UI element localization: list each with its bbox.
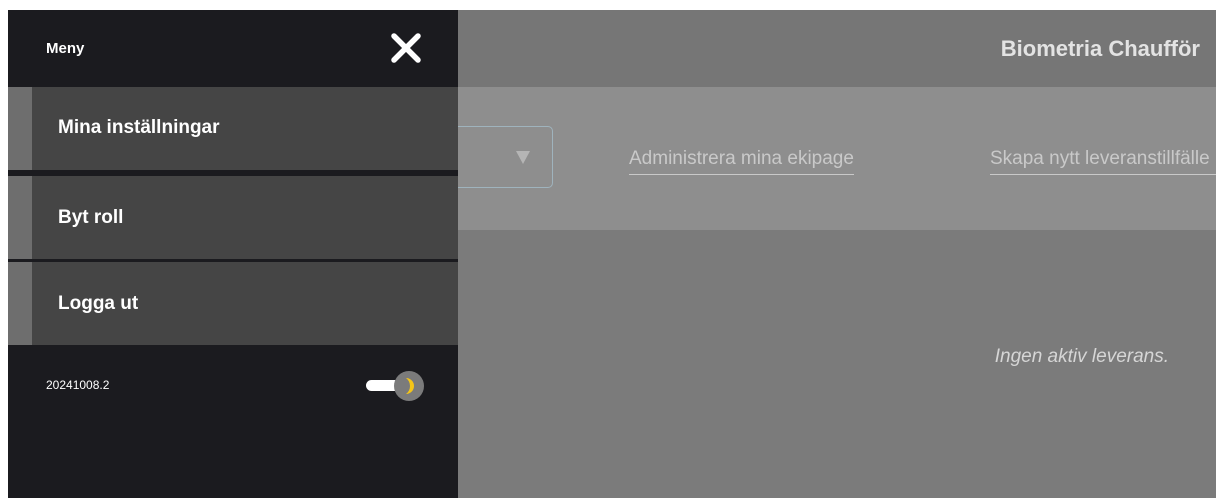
menu-item-switch-role[interactable]: Byt roll [8,176,458,259]
theme-toggle[interactable] [366,371,428,401]
menu-item-logout[interactable]: Logga ut [8,262,458,345]
menu-item-accent [8,87,32,170]
menu-header: Meny [8,10,458,87]
app-stage: Biometria Chaufför Administrera mina eki… [8,10,1216,498]
menu-item-accent [8,176,32,259]
dropdown-arrow-icon [516,151,530,164]
menu-item-label: Mina inställningar [58,117,220,138]
menu-item-label: Byt roll [58,207,124,228]
empty-delivery-message: Ingen aktiv leverans. [994,346,1169,367]
app-title: Biometria Chaufför [1000,36,1200,61]
app-version: 20241008.2 [46,378,110,392]
menu-title: Meny [46,40,85,57]
menu-item-settings[interactable]: Mina inställningar [8,87,458,170]
close-icon [391,33,421,63]
app-root: Biometria Chaufför Administrera mina eki… [0,0,1216,498]
moon-icon [406,378,414,394]
menu-item-label: Logga ut [58,293,139,314]
create-delivery-link[interactable]: Skapa nytt leveranstillfälle [990,146,1216,175]
side-menu: Meny Mina inställningar Byt roll Logga u… [8,10,458,498]
menu-item-accent [8,262,32,345]
toggle-knob [394,371,424,401]
manage-crews-link[interactable]: Administrera mina ekipage [629,146,854,175]
close-menu-button[interactable] [388,30,424,66]
